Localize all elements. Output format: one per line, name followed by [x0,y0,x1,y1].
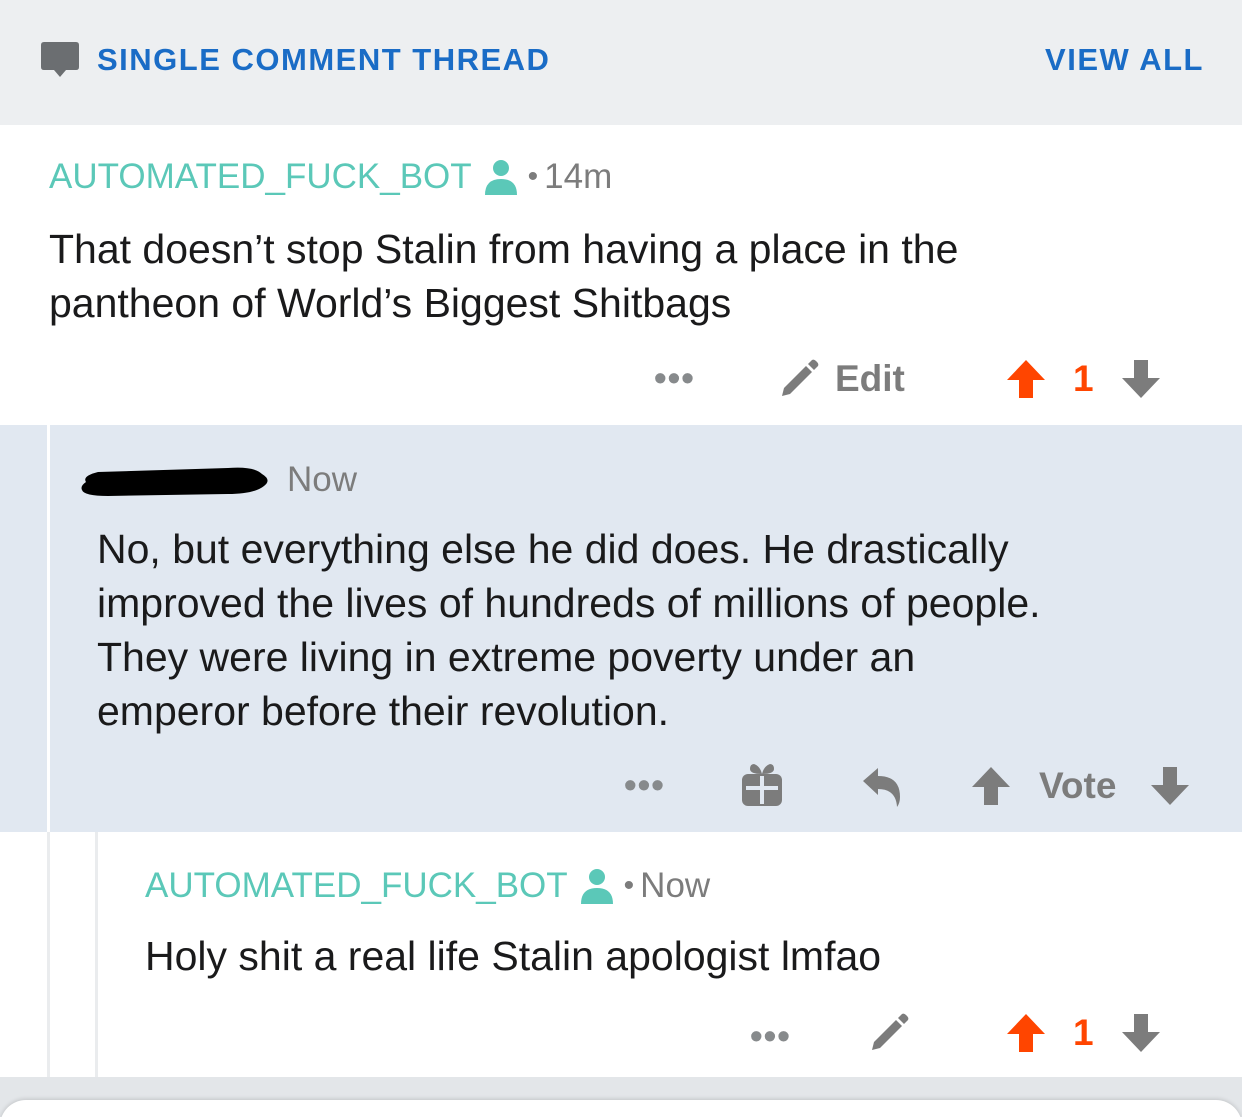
comment-line: emperor before their revolution. [97,688,670,734]
vote-label: Vote [1039,765,1117,806]
comment-body: Holy shit a real life Stalin apologist l… [145,929,881,983]
comment-line: No, but everything else he did does. He … [97,526,1009,572]
comment-line: improved the lives of hundreds of millio… [97,580,1041,626]
comment-actions: ••• 1 [0,1008,1242,1068]
comment-meta: AUTOMATED_FUCK_BOT • Now [145,866,710,906]
pencil-icon[interactable] [778,358,820,400]
comment-meta: AUTOMATED_FUCK_BOT • 14m [49,157,612,197]
view-all-link[interactable]: VIEW ALL [1045,42,1204,78]
edit-button[interactable]: Edit [835,358,905,400]
author-link[interactable]: AUTOMATED_FUCK_BOT [49,157,472,197]
author-link[interactable]: AUTOMATED_FUCK_BOT [145,866,568,906]
arrow-up-icon[interactable] [1005,1012,1047,1054]
chat-bubble-icon [41,42,79,77]
user-icon [484,160,517,195]
comment-line: pantheon of World’s Biggest Shitbags [49,280,732,326]
arrow-down-icon[interactable] [1120,358,1162,400]
arrow-up-icon[interactable] [1005,358,1047,400]
comment-time: 14m [544,157,613,196]
reply-icon[interactable] [860,765,904,809]
comment-body: No, but everything else he did does. He … [97,522,1041,738]
comment-meta: Now [287,460,357,500]
arrow-down-icon[interactable] [1120,1012,1162,1054]
more-options-button[interactable]: ••• [654,360,695,396]
comment-actions: ••• Edit 1 [0,350,1242,410]
comment: AUTOMATED_FUCK_BOT • Now Holy shit a rea… [0,832,1242,1077]
thread-header: SINGLE COMMENT THREAD VIEW ALL [0,0,1242,125]
comment-body: That doesn’t stop Stalin from having a p… [49,222,958,330]
bottom-sheet[interactable] [0,1100,1242,1117]
comment: AUTOMATED_FUCK_BOT • 14m That doesn’t st… [0,125,1242,425]
comment-line: They were living in extreme poverty unde… [97,634,916,680]
meta-separator: • [527,160,539,193]
arrow-up-icon[interactable] [970,765,1012,807]
redacted-username [81,467,268,496]
comment-actions: ••• Vote [0,757,1242,817]
comment-line: That doesn’t stop Stalin from having a p… [49,226,959,272]
user-icon [580,869,613,904]
pencil-icon[interactable] [868,1012,910,1054]
more-options-button[interactable]: ••• [750,1018,791,1054]
thread-title: SINGLE COMMENT THREAD [97,42,551,77]
comment-line: Holy shit a real life Stalin apologist l… [145,933,882,979]
gift-icon[interactable] [740,762,784,808]
meta-separator: • [623,869,635,902]
comment-time: Now [640,866,711,905]
arrow-down-icon[interactable] [1149,765,1191,807]
vote-score: 1 [1073,358,1094,399]
vote-score: 1 [1073,1012,1094,1053]
more-options-button[interactable]: ••• [624,767,665,803]
comment-time: Now [287,460,358,499]
